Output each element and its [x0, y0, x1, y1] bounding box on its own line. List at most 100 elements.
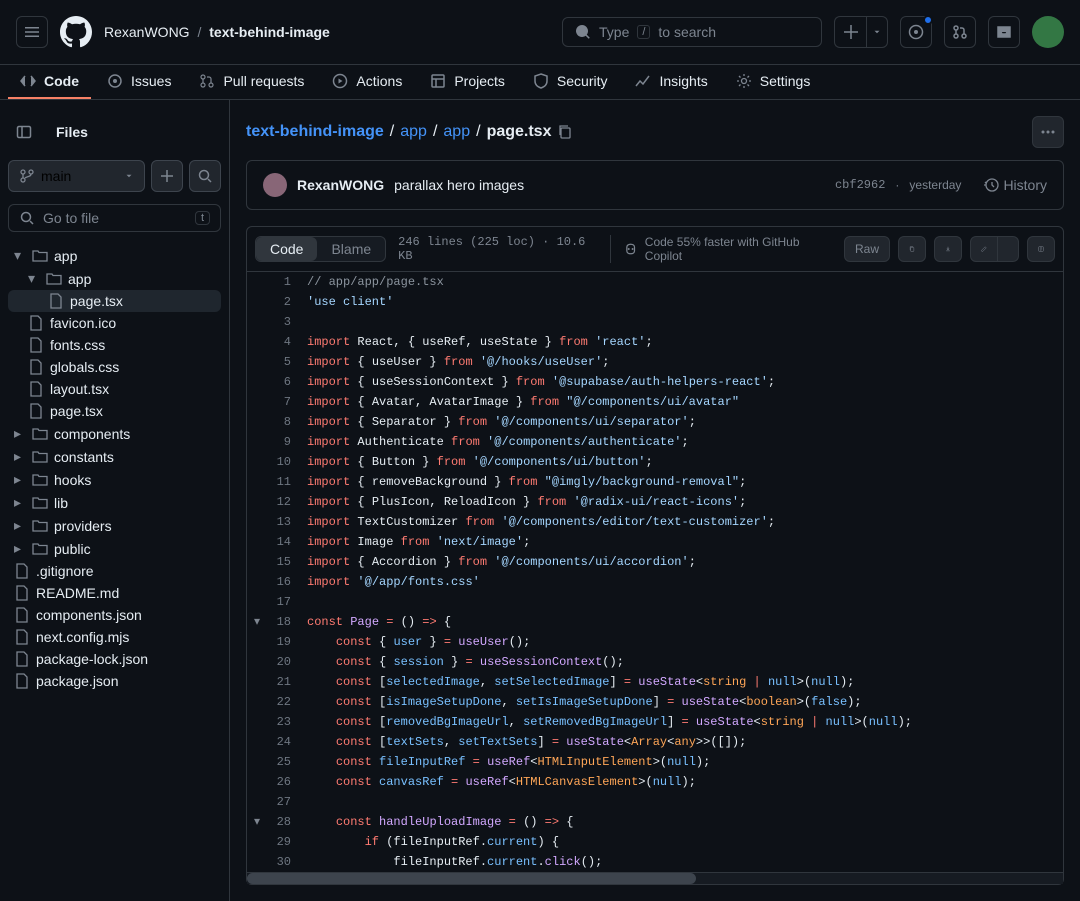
tree-file-fonts[interactable]: fonts.css — [8, 334, 221, 356]
copy-path-icon[interactable] — [557, 124, 573, 140]
tree-folder-public[interactable]: ▸public — [8, 537, 221, 560]
fold-toggle-28[interactable]: ▾ — [247, 812, 267, 832]
file-icon — [14, 607, 30, 623]
search-icon — [19, 210, 35, 226]
code-area[interactable]: ▾ ▾ 123456789101112131415161718192021222… — [247, 272, 1063, 872]
path-seg2[interactable]: app — [443, 123, 470, 141]
commit-sha[interactable]: cbf2962 — [835, 178, 885, 192]
path-root[interactable]: text-behind-image — [246, 123, 384, 141]
download-button[interactable] — [934, 236, 962, 262]
fold-toggle-18[interactable]: ▾ — [247, 612, 267, 632]
repo-link[interactable]: text-behind-image — [209, 24, 330, 40]
tree-file-layout[interactable]: layout.tsx — [8, 378, 221, 400]
global-search[interactable]: Type / to search — [562, 17, 822, 47]
add-file-button[interactable] — [151, 160, 183, 192]
inbox-button[interactable] — [988, 16, 1020, 48]
owner-link[interactable]: RexanWONG — [104, 24, 190, 40]
tab-issues[interactable]: Issues — [95, 65, 183, 99]
pr-icon — [952, 24, 968, 40]
tab-security[interactable]: Security — [521, 65, 620, 99]
go-to-file-input[interactable]: Go to file t — [8, 204, 221, 232]
folder-icon — [32, 518, 48, 534]
tab-settings[interactable]: Settings — [724, 65, 823, 99]
notification-dot — [923, 15, 933, 25]
collapse-sidebar-button[interactable] — [8, 116, 40, 148]
folder-icon — [32, 449, 48, 465]
tree-file-next-config[interactable]: next.config.mjs — [8, 626, 221, 648]
tab-actions[interactable]: Actions — [320, 65, 414, 99]
tree-file-package-lock[interactable]: package-lock.json — [8, 648, 221, 670]
commit-author[interactable]: RexanWONG — [297, 177, 384, 193]
folder-icon — [32, 495, 48, 511]
folder-icon — [32, 541, 48, 557]
chevron-down-icon — [872, 24, 882, 40]
symbols-icon — [1038, 241, 1044, 257]
code-icon — [20, 73, 36, 89]
create-new-button[interactable] — [834, 16, 866, 48]
copy-button[interactable] — [898, 236, 926, 262]
code-view-button[interactable]: Code — [256, 237, 317, 261]
tree-file-page-tsx-selected[interactable]: page.tsx — [8, 290, 221, 312]
file-icon — [28, 359, 44, 375]
search-tree-button[interactable] — [189, 160, 221, 192]
path-seg1[interactable]: app — [400, 123, 427, 141]
branch-select[interactable]: main — [8, 160, 145, 192]
file-icon — [28, 381, 44, 397]
tree-folder-app-inner[interactable]: ▾app — [8, 267, 221, 290]
issues-button[interactable] — [900, 16, 932, 48]
search-icon — [197, 168, 213, 184]
file-icon — [28, 403, 44, 419]
gear-icon — [736, 73, 752, 89]
tree-file-globals[interactable]: globals.css — [8, 356, 221, 378]
copy-icon — [909, 241, 915, 257]
file-icon — [14, 629, 30, 645]
edit-dropdown[interactable] — [998, 236, 1019, 262]
tab-pulls[interactable]: Pull requests — [187, 65, 316, 99]
search-hint: to search — [658, 24, 716, 40]
issue-icon — [107, 73, 123, 89]
copilot-hint[interactable]: Code 55% faster with GitHub Copilot — [610, 235, 832, 263]
tree-folder-lib[interactable]: ▸lib — [8, 491, 221, 514]
pulls-button[interactable] — [944, 16, 976, 48]
horizontal-scrollbar[interactable] — [247, 872, 1063, 884]
create-new-dropdown[interactable] — [866, 16, 888, 48]
edit-button[interactable] — [970, 236, 998, 262]
tree-file-readme[interactable]: README.md — [8, 582, 221, 604]
tree-folder-providers[interactable]: ▸providers — [8, 514, 221, 537]
tree-folder-hooks[interactable]: ▸hooks — [8, 468, 221, 491]
tree-folder-components[interactable]: ▸components — [8, 422, 221, 445]
chevron-down-icon — [124, 168, 134, 184]
symbols-button[interactable] — [1027, 236, 1055, 262]
github-logo[interactable] — [60, 16, 92, 48]
author-avatar[interactable] — [263, 173, 287, 197]
blame-view-button[interactable]: Blame — [317, 237, 385, 261]
copilot-icon — [623, 241, 638, 257]
history-link[interactable]: History — [983, 177, 1047, 193]
path-file: page.tsx — [487, 123, 552, 141]
tree-file-package-json[interactable]: package.json — [8, 670, 221, 692]
folder-open-icon — [46, 271, 62, 287]
more-actions-button[interactable] — [1032, 116, 1064, 148]
raw-button[interactable]: Raw — [844, 236, 890, 262]
download-icon — [945, 241, 951, 257]
tree-folder-constants[interactable]: ▸constants — [8, 445, 221, 468]
folder-open-icon — [32, 248, 48, 264]
tree-file-favicon[interactable]: favicon.ico — [8, 312, 221, 334]
search-icon — [575, 24, 591, 40]
file-icon — [28, 337, 44, 353]
tree-file-components-json[interactable]: components.json — [8, 604, 221, 626]
tree-file-page-tsx[interactable]: page.tsx — [8, 400, 221, 422]
tree-folder-app[interactable]: ▾app — [8, 244, 221, 267]
code-content[interactable]: // app/app/page.tsx'use client'import Re… — [307, 272, 1063, 872]
tab-code[interactable]: Code — [8, 65, 91, 99]
tree-file-gitignore[interactable]: .gitignore — [8, 560, 221, 582]
commit-time: yesterday — [909, 178, 961, 192]
branch-icon — [19, 168, 35, 184]
scrollbar-thumb[interactable] — [247, 873, 696, 884]
hamburger-menu[interactable] — [16, 16, 48, 48]
commit-message[interactable]: parallax hero images — [394, 177, 524, 193]
tab-projects[interactable]: Projects — [418, 65, 517, 99]
tab-insights[interactable]: Insights — [623, 65, 719, 99]
inbox-icon — [996, 24, 1012, 40]
user-avatar[interactable] — [1032, 16, 1064, 48]
